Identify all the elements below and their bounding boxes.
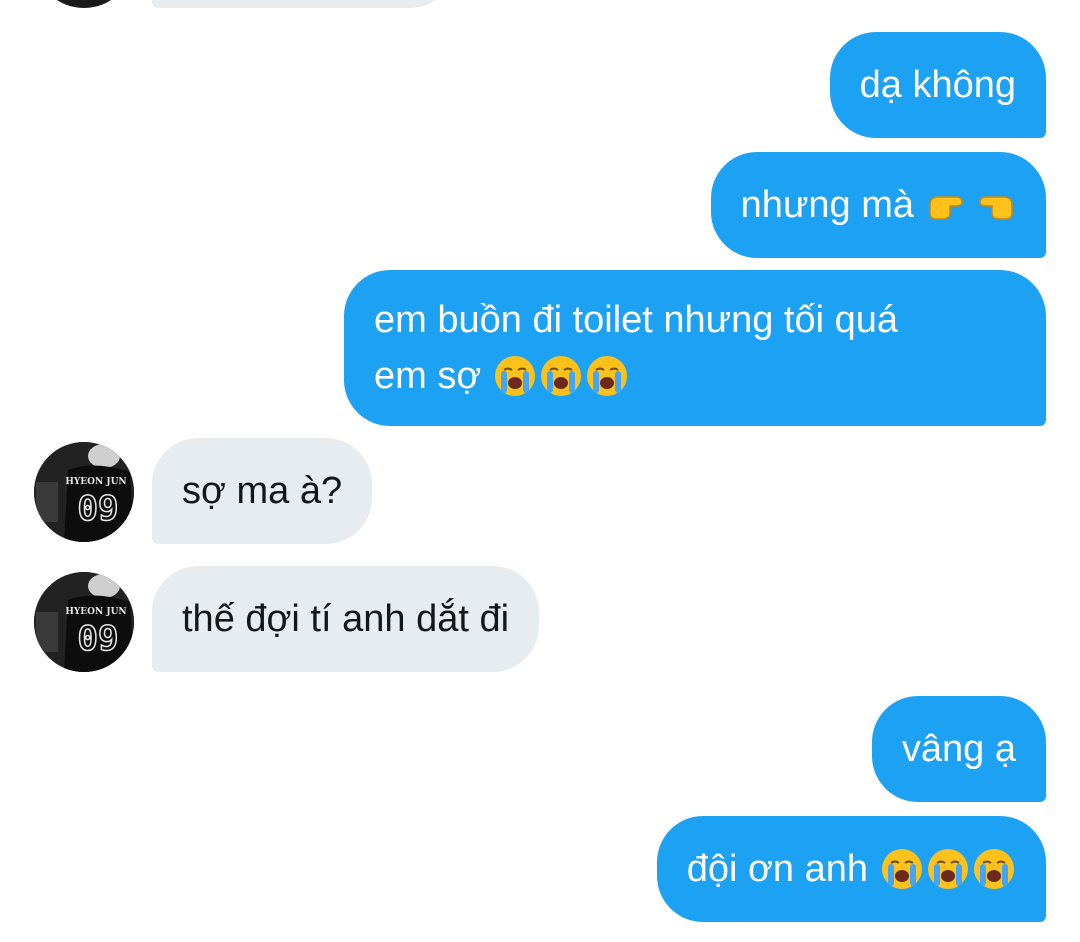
message-text: sợ ma à? (182, 470, 343, 512)
loudly-crying-face-icon (541, 356, 582, 396)
avatar-image: HYEON JUN 09 (34, 442, 134, 542)
pointing-right-hand-icon (929, 196, 963, 220)
message-line: em buồn đi toilet nhưng tối quá (374, 292, 898, 348)
loudly-crying-face-icon (928, 849, 968, 889)
message-text: em sợ (374, 355, 482, 397)
message-bubble-sent[interactable]: nhưng mà (710, 152, 1046, 258)
loudly-crying-face-icon (882, 849, 922, 889)
message-bubble-received[interactable]: sợ ma à? (152, 438, 373, 544)
message-bubble-sent[interactable]: vâng ạ (871, 696, 1046, 802)
message-bubble-sent[interactable]: dạ không (829, 32, 1046, 138)
message-bubble-sent[interactable]: em buồn đi toilet nhưng tối quá em sợ (344, 270, 1046, 426)
message-text: em buồn đi toilet nhưng tối quá (374, 299, 899, 341)
avatar[interactable]: HYEON JUN 09 (34, 442, 134, 542)
avatar[interactable]: HYEON JUN 09 (34, 572, 134, 672)
message-text: dạ không (859, 64, 1016, 106)
message-text: vâng ạ (901, 728, 1016, 770)
message-bubble-sent[interactable]: đội ơn anh (656, 816, 1046, 922)
pointing-left-hand-icon (979, 196, 1013, 220)
avatar-shirt-name: HYEON JUN (65, 607, 126, 617)
avatar-image: HYEON JUN 09 (34, 572, 134, 672)
loudly-crying-face-icon (974, 849, 1014, 889)
message-bubble-received[interactable]: thế đợi tí anh dắt đi (152, 566, 540, 672)
crying-faces-emoji (880, 847, 1016, 891)
avatar-shirt-number: 09 (78, 489, 119, 529)
avatar-partial[interactable] (34, 0, 134, 8)
avatar-shirt-name: HYEON JUN (65, 477, 126, 487)
message-text: thế đợi tí anh dắt đi (182, 598, 510, 640)
pointing-hands-emoji (926, 183, 1016, 227)
loudly-crying-face-icon (495, 356, 536, 396)
message-text: nhưng mà (740, 184, 914, 226)
conversation-thread: dạ không nhưng mà em buồn đi toilet nhưn… (0, 0, 1080, 942)
crying-faces-emoji (493, 354, 629, 398)
message-text: đội ơn anh (686, 848, 868, 890)
received-bubble-partial (152, 0, 456, 8)
message-line: em sợ (374, 348, 629, 404)
loudly-crying-face-icon (587, 356, 628, 396)
avatar-shirt-number: 09 (78, 619, 119, 659)
